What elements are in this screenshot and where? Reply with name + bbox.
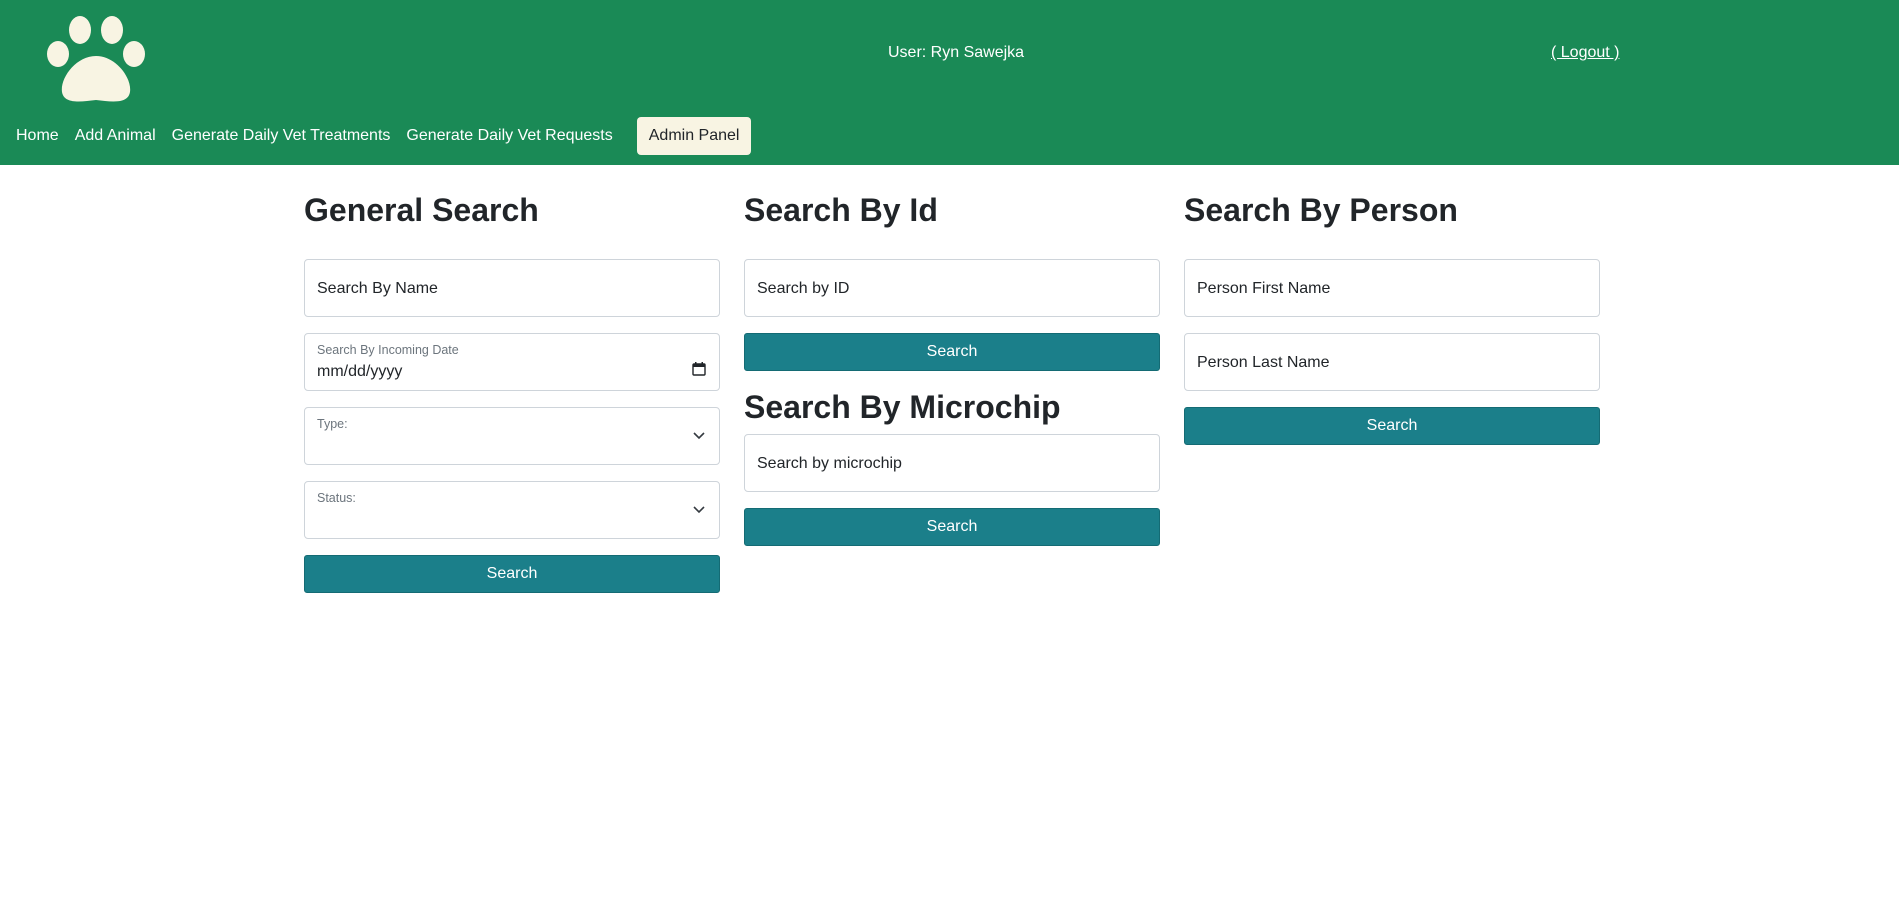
nav-add-animal-link[interactable]: Add Animal (75, 127, 156, 145)
main-nav: Home Add Animal Generate Daily Vet Treat… (16, 117, 752, 155)
status-select-label: Status: (317, 491, 356, 505)
general-search-button[interactable]: Search (304, 555, 720, 593)
search-by-person-title: Search By Person (1184, 192, 1458, 228)
person-search-button[interactable]: Search (1184, 407, 1600, 445)
paw-print-icon[interactable] (46, 16, 146, 106)
nav-vet-requests-link[interactable]: Generate Daily Vet Requests (406, 127, 612, 145)
microchip-search-button[interactable]: Search (744, 508, 1160, 546)
person-last-name-placeholder: Person Last Name (1197, 354, 1330, 371)
incoming-date-value: mm/dd/yyyy (317, 363, 403, 380)
id-search-placeholder: Search by ID (757, 280, 850, 297)
chevron-down-icon (693, 506, 705, 514)
app-header: User: Ryn Sawejka ( Logout ) Home Add An… (0, 0, 1899, 165)
person-last-name-input[interactable]: Person Last Name (1184, 333, 1600, 391)
calendar-icon[interactable] (692, 362, 706, 376)
current-user-label: User: Ryn Sawejka (888, 44, 1025, 61)
status-select[interactable]: Status: (304, 481, 720, 539)
incoming-date-input[interactable]: Search By Incoming Date mm/dd/yyyy (304, 333, 720, 391)
search-by-id-title: Search By Id (744, 192, 938, 228)
incoming-date-label: Search By Incoming Date (317, 343, 459, 357)
nav-vet-treatments-link[interactable]: Generate Daily Vet Treatments (172, 127, 391, 145)
microchip-search-input[interactable]: Search by microchip (744, 434, 1160, 492)
search-by-microchip-title: Search By Microchip (744, 389, 1061, 425)
person-first-name-input[interactable]: Person First Name (1184, 259, 1600, 317)
admin-panel-button[interactable]: Admin Panel (636, 117, 752, 155)
id-search-button[interactable]: Search (744, 333, 1160, 371)
microchip-search-placeholder: Search by microchip (757, 455, 902, 472)
nav-home-link[interactable]: Home (16, 127, 59, 145)
logout-link[interactable]: ( Logout ) (1551, 44, 1619, 62)
name-search-placeholder: Search By Name (317, 280, 438, 297)
type-select-label: Type: (317, 417, 348, 431)
general-search-title: General Search (304, 192, 539, 228)
chevron-down-icon (693, 432, 705, 440)
id-search-input[interactable]: Search by ID (744, 259, 1160, 317)
name-search-input[interactable]: Search By Name (304, 259, 720, 317)
type-select[interactable]: Type: (304, 407, 720, 465)
person-first-name-placeholder: Person First Name (1197, 280, 1331, 297)
